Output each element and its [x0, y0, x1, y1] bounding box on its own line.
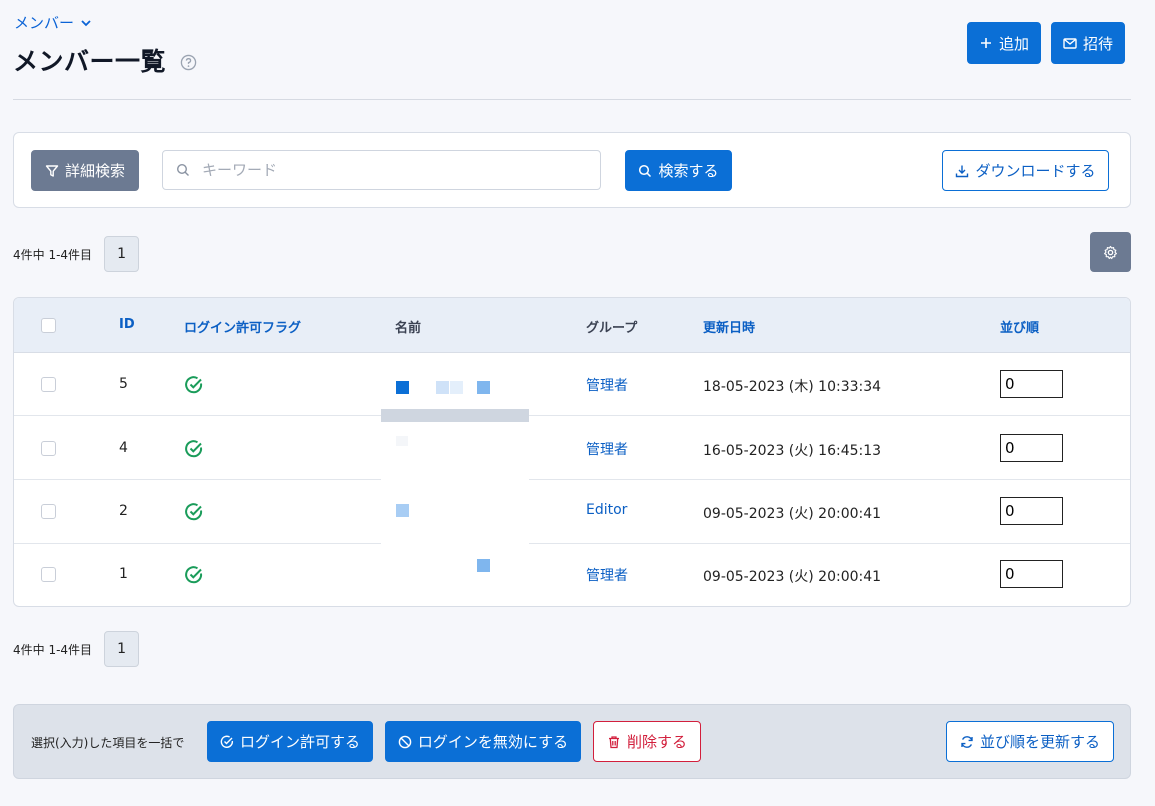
order-input[interactable] [1000, 560, 1063, 588]
download-icon [956, 165, 969, 177]
updated-at: 09-05-2023 (火) 20:00:41 [703, 569, 882, 585]
invite-button-label: 招待 [1082, 34, 1113, 53]
row-checkbox[interactable] [41, 567, 56, 582]
delete-label: 削除する [626, 733, 687, 751]
pixelated-name [477, 559, 490, 572]
update-order-label: 並び順を更新する [979, 733, 1100, 751]
search-button-label: 検索する [658, 162, 719, 180]
pagination-bottom: 4件中 1-4件目 1 [13, 631, 140, 667]
name-column-redaction [381, 409, 529, 549]
row-checkbox[interactable] [41, 441, 56, 456]
check-circle-icon [185, 566, 203, 584]
disable-login-label: ログインを無効にする [417, 733, 569, 751]
column-header-updated-at[interactable]: 更新日時 [703, 317, 755, 336]
search-panel: 詳細検索 検索する ダウンロードする [13, 132, 1131, 208]
pagination-top: 4件中 1-4件目 1 [13, 236, 140, 272]
page-title: メンバー一覧 [13, 42, 197, 78]
keyword-field[interactable] [162, 150, 601, 190]
column-settings-button[interactable] [1090, 232, 1131, 272]
header-divider [13, 99, 1131, 100]
bulk-action-panel: 選択(入力)した項目を一括で ログイン許可する ログインを無効にする 削除する … [13, 704, 1131, 779]
refresh-icon [961, 735, 973, 748]
column-header-login-flag[interactable]: ログイン許可フラグ [184, 317, 301, 336]
check-circle-icon [185, 503, 203, 521]
trash-icon [608, 735, 619, 748]
gear-icon [1104, 245, 1117, 259]
search-icon [639, 164, 652, 177]
pixelated-name [396, 504, 409, 517]
pagination-summary: 4件中 1-4件目 [13, 247, 93, 262]
bulk-action-label: 選択(入力)した項目を一括で [31, 736, 185, 750]
pixelated-name [450, 381, 463, 394]
pagination-summary: 4件中 1-4件目 [13, 642, 93, 657]
ban-icon [398, 735, 412, 748]
updated-at: 09-05-2023 (火) 20:00:41 [703, 506, 882, 522]
order-input[interactable] [1000, 434, 1063, 462]
member-id: 2 [119, 503, 128, 519]
breadcrumb[interactable]: メンバー [14, 12, 92, 33]
column-header-name: 名前 [395, 321, 422, 336]
row-checkbox[interactable] [41, 377, 56, 392]
order-input[interactable] [1000, 370, 1063, 398]
updated-at: 16-05-2023 (火) 16:45:13 [703, 443, 882, 459]
member-id: 5 [119, 376, 128, 392]
column-header-order[interactable]: 並び順 [1000, 317, 1039, 336]
check-circle-icon [185, 376, 203, 394]
advanced-search-button[interactable]: 詳細検索 [31, 150, 139, 191]
order-input[interactable] [1000, 497, 1063, 525]
update-order-button[interactable]: 並び順を更新する [946, 721, 1114, 762]
invite-button[interactable]: 招待 [1051, 22, 1125, 64]
download-button[interactable]: ダウンロードする [942, 150, 1109, 191]
select-all-checkbox[interactable] [41, 318, 56, 333]
row-checkbox[interactable] [41, 504, 56, 519]
page-button[interactable]: 1 [104, 236, 140, 272]
check-circle-icon [185, 440, 203, 458]
download-button-label: ダウンロードする [975, 162, 1096, 180]
breadcrumb-label[interactable]: メンバー [14, 12, 74, 33]
plus-icon [980, 38, 991, 48]
table-row: 5 管理者 18-05-2023 (木) 10:33:34 [14, 353, 1130, 416]
group-link[interactable]: 管理者 [586, 375, 628, 395]
allow-login-button[interactable]: ログイン許可する [207, 721, 373, 762]
group-link[interactable]: 管理者 [586, 439, 628, 459]
page-title-text: メンバー一覧 [13, 47, 167, 76]
chevron-down-icon [81, 19, 91, 26]
group-link[interactable]: 管理者 [586, 565, 628, 585]
search-icon [176, 163, 189, 176]
pixelated-name [396, 436, 408, 446]
page-button[interactable]: 1 [104, 631, 140, 667]
pixelated-name [477, 381, 490, 394]
table-row: 1 管理者 09-05-2023 (火) 20:00:41 [14, 544, 1130, 606]
help-circle-icon[interactable] [180, 54, 197, 71]
pixelated-name [436, 381, 449, 394]
search-button[interactable]: 検索する [625, 150, 732, 191]
filter-icon [45, 164, 59, 177]
mail-icon [1063, 38, 1077, 49]
name-column-redaction-strip [381, 409, 529, 422]
member-id: 1 [119, 566, 128, 582]
updated-at: 18-05-2023 (木) 10:33:34 [703, 379, 882, 395]
column-header-group: グループ [586, 321, 638, 336]
disable-login-button[interactable]: ログインを無効にする [385, 721, 581, 762]
keyword-input[interactable] [202, 161, 582, 179]
pixelated-name [396, 381, 409, 394]
advanced-search-label: 詳細検索 [64, 162, 125, 180]
table-row: 2 Editor 09-05-2023 (火) 20:00:41 [14, 481, 1130, 544]
check-circle-icon [220, 735, 233, 748]
members-table: ID ログイン許可フラグ 名前 グループ 更新日時 並び順 5 管理者 18-0… [13, 297, 1131, 607]
add-button-label: 追加 [998, 34, 1029, 53]
table-row: 4 管理者 16-05-2023 (火) 16:45:13 [14, 417, 1130, 480]
allow-login-label: ログイン許可する [239, 733, 360, 751]
group-link[interactable]: Editor [586, 502, 627, 518]
member-id: 4 [119, 440, 128, 456]
add-button[interactable]: 追加 [967, 22, 1041, 64]
column-header-id[interactable]: ID [119, 317, 135, 332]
delete-button[interactable]: 削除する [593, 721, 701, 762]
table-header: ID ログイン許可フラグ 名前 グループ 更新日時 並び順 [14, 298, 1130, 353]
